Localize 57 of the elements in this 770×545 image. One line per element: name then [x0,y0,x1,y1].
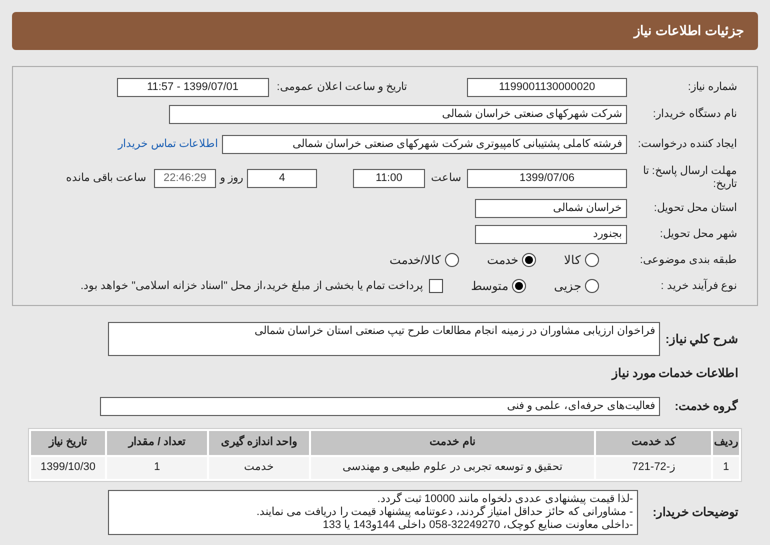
notes-line: -داخلی معاونت صنایع کوچک، 32249270-058 داخلی 144و143 یا 133 [322,518,633,532]
radio-button[interactable] [512,279,526,293]
column-header: تعداد / مقدار [107,430,207,454]
radio-label: متوسط [471,278,508,295]
table-cell: تحقیق و توسعه تجربی در علوم طبیعی و مهندسی [311,456,594,478]
field-label: روز و [220,170,243,186]
table-cell: ز-72-721 [596,456,711,478]
column-header: کد خدمت [596,430,711,454]
field-label: طبقه بندی موضوعی: [638,254,737,266]
remaining-time: 22:46:29 [154,168,216,188]
radio-button[interactable] [585,279,599,293]
section-title: اطلاعات خدمات مورد نیاز [612,366,738,380]
service-group: فعالیت‌های حرفه‌ای، علمی و فنی [100,396,660,416]
creator-name: فرشته کاملی پشتیبانی کامپیوتری شرکت شهرکهای صنعتی خراسان شمالی [222,134,627,154]
field-label: نام دستگاه خریدار: [652,108,737,120]
announce-datetime: 1399/07/01 - 11:57 [116,78,269,96]
radio-label: کالا/خدمت [390,252,441,269]
page-header: جزئیات اطلاعات نیاز [12,12,758,50]
field-label: گروه خدمت: [674,400,738,412]
checkbox[interactable] [429,279,443,293]
radio-label: جزیی [554,278,581,295]
buyer-name: شرکت شهرکهای صنعتی خراسان شمالی [169,104,627,124]
description-box: فراخوان ارزیابی مشاوران در زمینه انجام مطالعات طرح تیپ صنعتی استان خراسان شمالی [108,322,660,356]
city-field: بجنورد [475,224,627,244]
table-cell: خدمت [209,456,309,478]
radio-label: کالا [564,252,581,269]
checkbox-label: پرداخت تمام یا بخشی از مبلغ خرید،از محل "اسناد خزانه اسلامی" خواهد بود. [80,278,423,294]
table-cell: 1 [107,456,207,478]
field-label: ساعت [431,170,461,186]
column-header: ردیف [713,430,739,454]
field-label: شهر محل تحویل: [658,228,737,240]
radio-button[interactable] [445,253,459,267]
notes-line: - مشاورانی که حائز حداقل امتیاز گردند، دعوتنامه پیشنهاد قیمت را دریافت می نمایند. [256,506,633,518]
table-cell: 1399/10/30 [31,456,105,478]
field-label: نوع فرآیند خرید : [660,280,737,292]
column-header: تاریخ نیاز [31,430,105,454]
province-field: خراسان شمالی [475,198,627,218]
notes-line: -لذا قیمت پیشنهادی عددی دلخواه مانند 10000 ثبت گردد. [376,492,633,505]
field-label: مهلت ارسال پاسخ: تا تاریخ: [642,165,737,191]
contact-link[interactable]: اطلاعات تماس خریدار [118,136,218,152]
field-label: ایجاد کننده درخواست: [636,138,737,150]
table-cell: 1 [713,456,739,478]
field-label: ساعت باقی مانده [66,170,146,186]
field-label: شرح کلي نياز: [664,332,738,346]
radio-label: خدمت [487,252,518,269]
deadline-date: 1399/07/06 [467,168,627,188]
radio-button[interactable] [585,253,599,267]
field-label: استان محل تحویل: [652,202,737,214]
field-label: شماره نیاز: [686,80,737,94]
field-label: تاریخ و ساعت اعلان عمومی: [276,80,407,95]
field-label: توضیحات خریدار: [652,506,738,518]
days-count: 4 [247,168,317,188]
deadline-time: 11:00 [353,168,425,188]
radio-button[interactable] [522,253,536,267]
column-header: واحد اندازه گیری [209,430,309,454]
need-number: 1199001130000020 [467,78,627,96]
column-header: نام خدمت [311,430,594,454]
